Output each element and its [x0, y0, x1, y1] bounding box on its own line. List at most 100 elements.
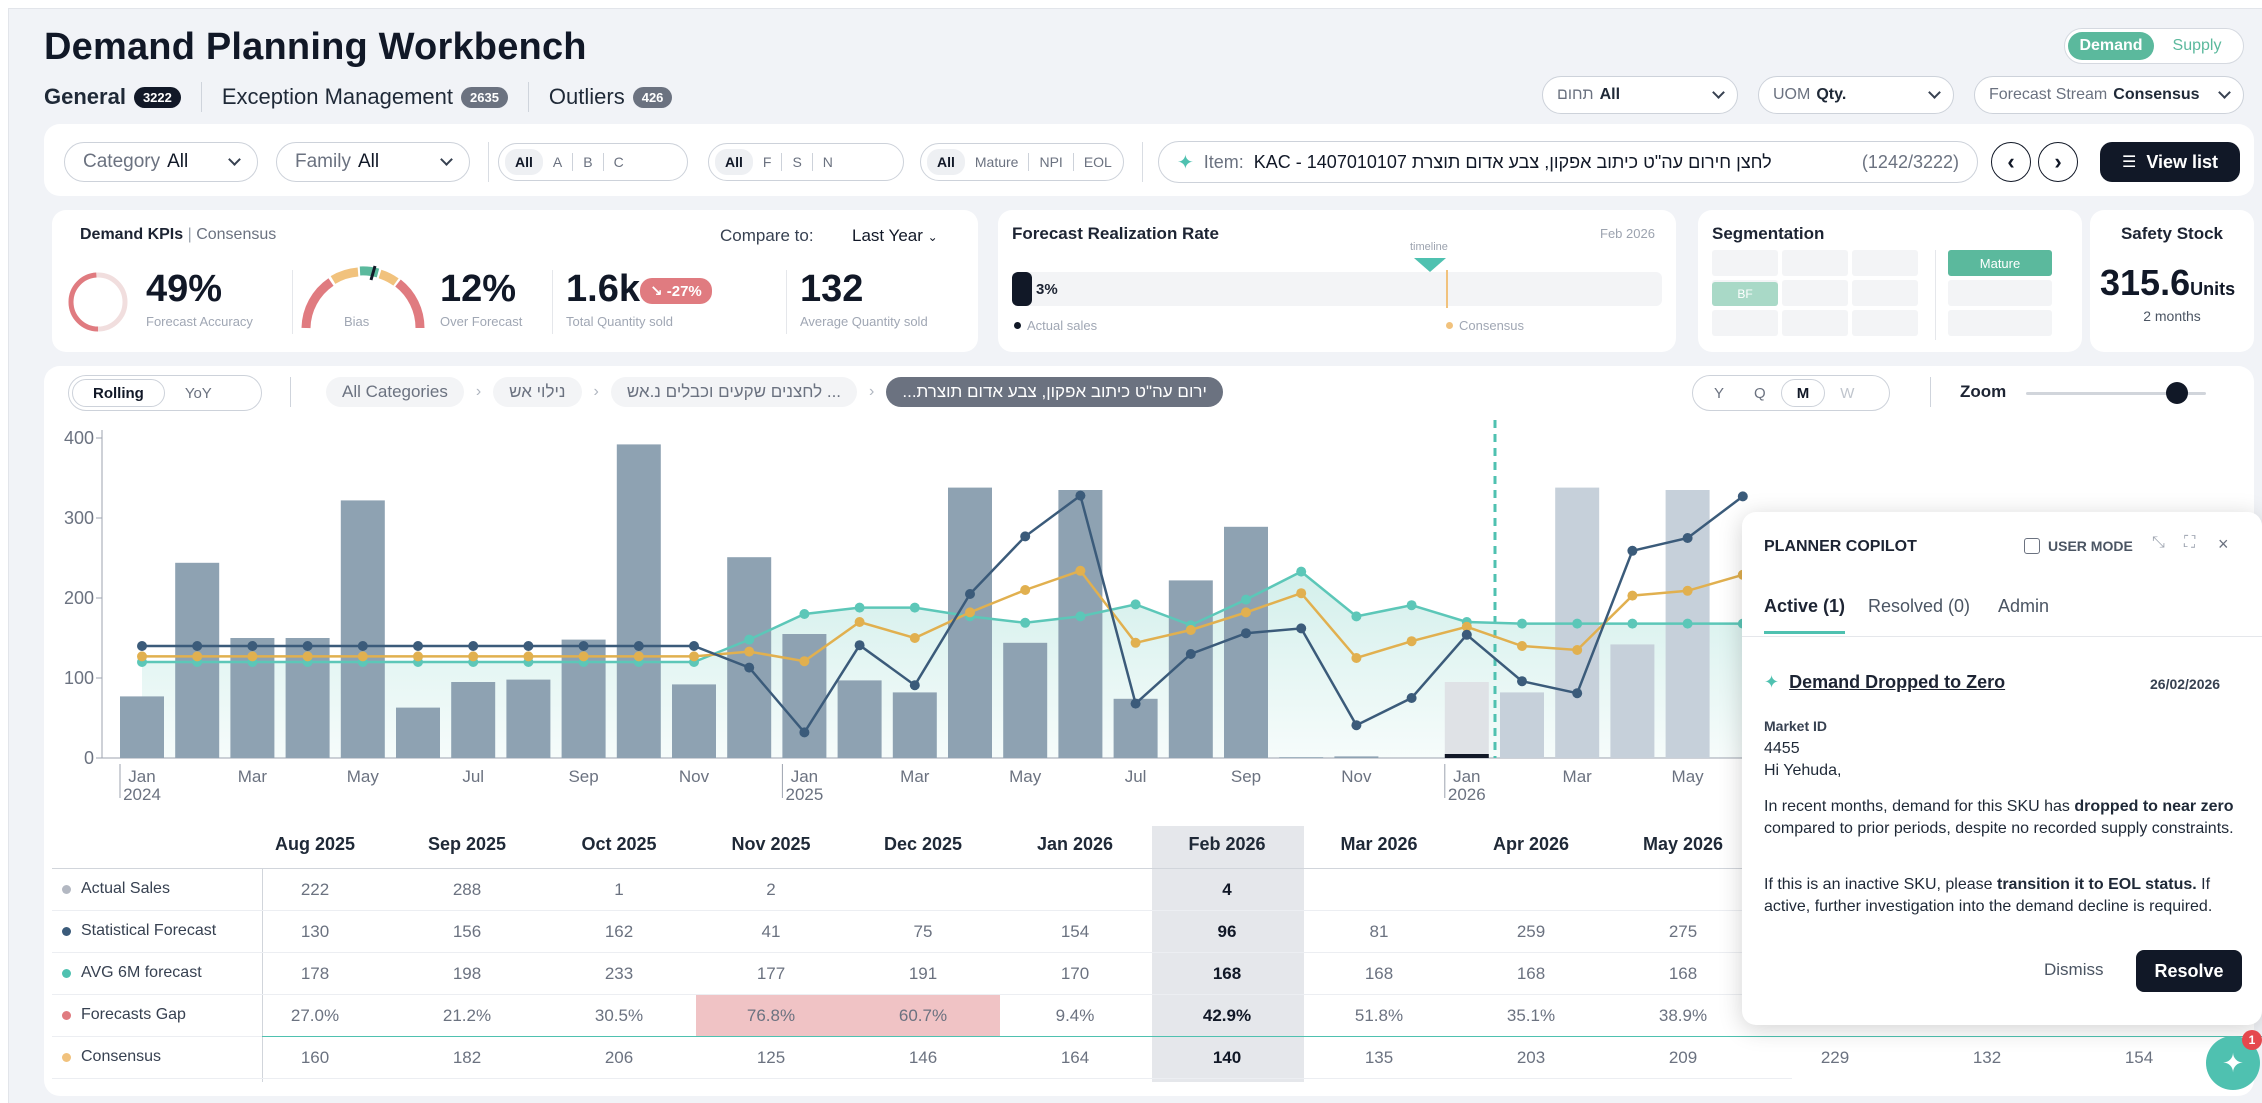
y-tick-label: 100	[64, 668, 94, 688]
rolling-yoy-toggle[interactable]: Rolling YoY	[68, 375, 262, 411]
table-cell: 156	[452, 922, 482, 941]
crumb-current-item[interactable]: ...ירום עה"ט כיתוב אפקון, צבע אדום תוצרת	[886, 377, 1223, 407]
user-mode-checkbox[interactable]	[2024, 538, 2040, 554]
legend-consensus: Consensus	[1446, 318, 1524, 333]
current-actual-bar	[1444, 754, 1489, 758]
lifecycle-filter[interactable]: All Mature NPI EOL	[920, 143, 1124, 181]
item-value: KAC - 1407010107 לחצן חירום עה"ט כיתוב א…	[1253, 151, 1772, 172]
abc-a[interactable]: A	[543, 153, 574, 171]
lifecycle-all[interactable]: All	[927, 149, 965, 175]
alert-header[interactable]: ✦ Demand Dropped to Zero	[1764, 672, 2005, 693]
granularity-toggle[interactable]: Y Q M W	[1692, 375, 1890, 411]
fsn-n[interactable]: N	[813, 153, 843, 171]
alert-date: 26/02/2026	[2150, 676, 2221, 692]
yoy-option[interactable]: YoY	[165, 379, 232, 407]
table-cell[interactable]: 140	[1152, 1048, 1302, 1068]
domain-select[interactable]: תחום All	[1542, 76, 1738, 114]
granularity-week[interactable]: W	[1825, 379, 1869, 407]
avg-6m-forecast-point	[1351, 611, 1362, 622]
month-header: Feb 2026	[1188, 834, 1266, 854]
copilot-tab-admin[interactable]: Admin	[1998, 596, 2049, 617]
lifecycle-eol[interactable]: EOL	[1074, 153, 1122, 171]
crumb-family[interactable]: נילוי אש	[493, 377, 582, 407]
statistical-forecast-point	[1241, 628, 1251, 639]
table-cell[interactable]: 125	[696, 1048, 846, 1068]
fsn-f[interactable]: F	[753, 153, 783, 171]
actual-sales-bar	[727, 557, 772, 758]
x-tick-label: Mar	[238, 767, 268, 786]
copilot-tab-active[interactable]: Active (1)	[1764, 596, 1846, 634]
table-row-border	[52, 1078, 1792, 1079]
crumb-group[interactable]: לחצנים שקעים וכבלים נ.אש ...	[610, 377, 858, 407]
previous-item-button[interactable]: ‹	[1991, 142, 2031, 182]
table-cell[interactable]: 154	[2064, 1048, 2214, 1068]
statistical-forecast-point	[1130, 698, 1141, 709]
crumb-all-categories[interactable]: All Categories	[326, 377, 464, 407]
fsn-all[interactable]: All	[715, 149, 753, 175]
avg-6m-forecast-point	[1241, 594, 1251, 605]
avg-6m-forecast-point	[1130, 599, 1141, 610]
view-list-button[interactable]: ☰ View list	[2100, 142, 2240, 182]
total-quantity-change-badge: ↘ -27%	[640, 278, 712, 304]
stream-select-value: Consensus	[2113, 86, 2200, 103]
table-cell[interactable]: 146	[848, 1048, 998, 1068]
lifecycle-mature[interactable]: Mature	[965, 153, 1030, 171]
fsn-s[interactable]: S	[782, 153, 813, 171]
alert-p1-b: dropped to near zero	[2074, 798, 2234, 815]
compare-to-label: Compare to:	[720, 226, 814, 245]
table-cell[interactable]: 160	[240, 1048, 390, 1068]
copilot-tab-resolved[interactable]: Resolved (0)	[1868, 596, 1970, 617]
close-icon[interactable]: ×	[2218, 534, 2229, 555]
tab-exception-management[interactable]: Exception Management 2635	[202, 84, 528, 110]
alert-title[interactable]: Demand Dropped to Zero	[1789, 672, 2005, 693]
table-cell: 191	[908, 964, 938, 983]
table-cell[interactable]: 182	[392, 1048, 542, 1068]
table-cell[interactable]: 135	[1304, 1048, 1454, 1068]
expand-icon[interactable]: ⛶	[2184, 534, 2195, 552]
table-cell[interactable]: 206	[544, 1048, 694, 1068]
granularity-month[interactable]: M	[1780, 379, 1826, 407]
abc-filter[interactable]: All A B C	[498, 143, 688, 181]
consensus-point	[413, 651, 423, 662]
category-filter[interactable]: Category All	[64, 142, 258, 182]
tab-outliers[interactable]: Outliers 426	[529, 84, 693, 110]
month-header: Aug 2025	[274, 834, 356, 854]
table-cell: 233	[604, 964, 634, 983]
table-cell[interactable]: 209	[1608, 1048, 1758, 1068]
lifecycle-npi[interactable]: NPI	[1029, 153, 1074, 171]
item-selector[interactable]: ✦ Item: KAC - 1407010107 לחצן חירום עה"ט…	[1158, 141, 1978, 183]
demand-option[interactable]: Demand	[2068, 32, 2154, 60]
statistical-forecast-point	[1296, 623, 1307, 634]
row-label-text: Consensus	[81, 1048, 162, 1065]
table-cell[interactable]: 229	[1760, 1048, 1910, 1068]
tab-general[interactable]: General 3222	[44, 84, 201, 110]
statistical-forecast-point	[1406, 693, 1417, 703]
forecast-stream-select[interactable]: Forecast Stream Consensus	[1974, 76, 2244, 114]
table-cell[interactable]: 203	[1456, 1048, 1606, 1068]
compare-to-select[interactable]: Last Year ⌄	[852, 226, 938, 246]
dismiss-button[interactable]: Dismiss	[2044, 960, 2104, 980]
statistical-forecast-point	[1075, 490, 1086, 501]
uom-select[interactable]: UOM Qty.	[1758, 76, 1954, 114]
supply-option[interactable]: Supply	[2154, 32, 2240, 60]
alert-paragraph-2: If this is an inactive SKU, please trans…	[1764, 874, 2244, 918]
rolling-option[interactable]: Rolling	[72, 379, 165, 407]
resolve-button[interactable]: Resolve	[2136, 950, 2242, 992]
table-cell[interactable]: 164	[1000, 1048, 1150, 1068]
avg-6m-forecast-point	[1406, 600, 1417, 611]
abc-all[interactable]: All	[505, 149, 543, 175]
demand-supply-toggle[interactable]: Demand Supply	[2064, 28, 2244, 64]
granularity-year[interactable]: Y	[1699, 379, 1739, 407]
family-filter[interactable]: Family All	[276, 142, 470, 182]
minimize-icon[interactable]: ⤡	[2152, 534, 2165, 552]
abc-b[interactable]: B	[573, 153, 604, 171]
next-item-button[interactable]: ›	[2038, 142, 2078, 182]
user-mode-toggle[interactable]: USER MODE	[2024, 538, 2133, 554]
statistical-forecast-point	[578, 641, 589, 651]
fsn-filter[interactable]: All F S N	[708, 143, 904, 181]
statistical-forecast-point	[689, 641, 699, 651]
actual-sales-bar	[396, 707, 440, 758]
table-cell[interactable]: 132	[1912, 1048, 2062, 1068]
abc-c[interactable]: C	[604, 153, 634, 171]
granularity-quarter[interactable]: Q	[1739, 379, 1781, 407]
